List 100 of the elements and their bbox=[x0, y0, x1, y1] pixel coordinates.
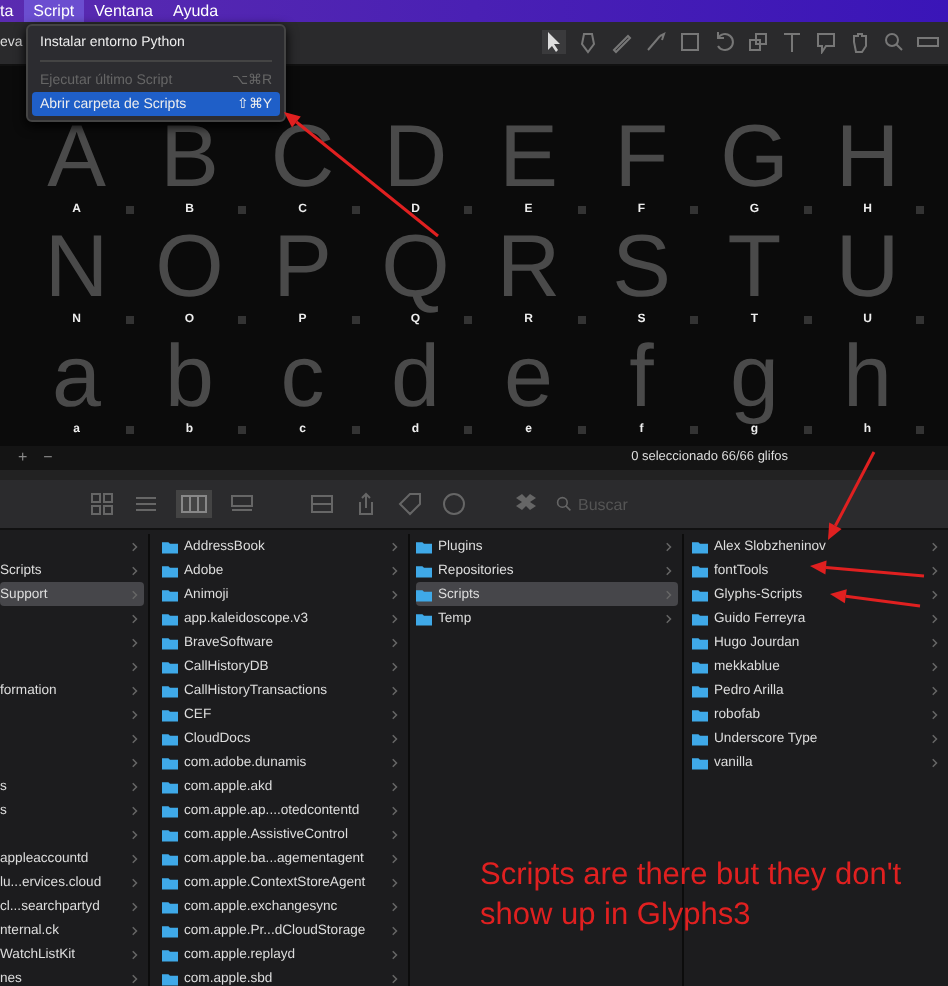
color-marker-icon bbox=[125, 425, 133, 434]
chevron-icon bbox=[666, 541, 672, 551]
chevron-icon bbox=[932, 541, 938, 551]
pen-icon[interactable] bbox=[576, 30, 600, 55]
color-marker-icon bbox=[803, 315, 811, 324]
chevron-icon bbox=[392, 757, 398, 767]
color-marker-icon bbox=[125, 205, 133, 214]
color-marker-icon bbox=[690, 425, 698, 434]
list-view-icon[interactable] bbox=[132, 492, 160, 516]
chevron-icon bbox=[132, 541, 138, 551]
chevron-icon bbox=[392, 949, 398, 959]
chevron-icon bbox=[932, 661, 938, 671]
chevron-icon bbox=[392, 829, 398, 839]
chevron-icon bbox=[132, 901, 138, 911]
chevron-icon bbox=[132, 709, 138, 719]
color-marker-icon bbox=[577, 315, 585, 324]
color-marker-icon bbox=[577, 205, 585, 214]
chevron-icon bbox=[392, 877, 398, 887]
chevron-icon bbox=[132, 805, 138, 815]
chevron-icon bbox=[932, 637, 938, 647]
chevron-icon bbox=[392, 805, 398, 815]
gallery-view-icon[interactable] bbox=[228, 492, 256, 516]
text-tool-icon[interactable] bbox=[780, 30, 804, 55]
tag-icon[interactable] bbox=[396, 492, 424, 516]
chevron-icon bbox=[132, 685, 138, 695]
menu-item[interactable]: Ventana bbox=[84, 0, 163, 22]
color-marker-icon bbox=[690, 315, 698, 324]
icon-view-icon[interactable] bbox=[88, 492, 116, 516]
column-view-icon[interactable] bbox=[176, 490, 212, 518]
color-marker-icon bbox=[238, 315, 246, 324]
color-marker-icon bbox=[916, 425, 924, 434]
color-marker-icon bbox=[125, 315, 133, 324]
annotation-arrow bbox=[828, 451, 876, 540]
chevron-icon bbox=[132, 877, 138, 887]
menu-item[interactable]: Ayuda bbox=[163, 0, 229, 22]
chevron-icon bbox=[132, 925, 138, 935]
chevron-icon bbox=[392, 853, 398, 863]
hand-icon[interactable] bbox=[848, 30, 872, 55]
rotate-icon[interactable] bbox=[712, 30, 736, 55]
chevron-icon bbox=[932, 613, 938, 623]
annotation-arrow bbox=[810, 560, 925, 578]
annotation-text: Scripts are there but they don't show up in Glyphs3 bbox=[480, 856, 904, 936]
chevron-icon bbox=[132, 829, 138, 839]
color-marker-icon bbox=[238, 205, 246, 214]
color-marker-icon bbox=[351, 315, 359, 324]
chevron-icon bbox=[132, 949, 138, 959]
chevron-icon bbox=[392, 973, 398, 983]
pointer-icon[interactable] bbox=[542, 30, 566, 55]
chevron-icon bbox=[132, 733, 138, 743]
color-marker-icon bbox=[238, 425, 246, 434]
chevron-icon bbox=[132, 781, 138, 791]
chevron-icon bbox=[392, 541, 398, 551]
chevron-icon bbox=[392, 925, 398, 935]
chevron-icon bbox=[666, 613, 672, 623]
chevron-icon bbox=[392, 709, 398, 719]
chevron-icon bbox=[932, 589, 938, 599]
more-icon[interactable] bbox=[440, 492, 468, 516]
group-icon[interactable] bbox=[308, 492, 336, 516]
color-marker-icon bbox=[577, 425, 585, 434]
chevron-icon bbox=[132, 613, 138, 623]
comment-icon[interactable] bbox=[814, 30, 838, 55]
color-marker-icon bbox=[351, 425, 359, 434]
chevron-icon bbox=[392, 781, 398, 791]
chevron-icon bbox=[932, 709, 938, 719]
chevron-icon bbox=[666, 565, 672, 575]
chevron-icon bbox=[932, 757, 938, 767]
chevron-icon bbox=[392, 901, 398, 911]
chevron-icon bbox=[932, 733, 938, 743]
zoom-icon[interactable] bbox=[882, 30, 906, 55]
color-marker-icon bbox=[464, 205, 472, 214]
color-marker-icon bbox=[803, 425, 811, 434]
color-marker-icon bbox=[916, 315, 924, 324]
chevron-icon bbox=[392, 613, 398, 623]
annotation-arrow bbox=[830, 589, 921, 608]
menu-item[interactable]: Script bbox=[23, 0, 85, 22]
rectangle-icon[interactable] bbox=[678, 30, 702, 55]
remove-button[interactable]: − bbox=[43, 448, 53, 467]
brush-icon[interactable] bbox=[644, 30, 668, 55]
add-button[interactable]: + bbox=[18, 448, 28, 467]
search-icon bbox=[556, 496, 572, 512]
chevron-icon bbox=[132, 853, 138, 863]
chevron-icon bbox=[132, 637, 138, 647]
chevron-icon bbox=[132, 565, 138, 575]
chevron-icon bbox=[132, 661, 138, 671]
chevron-icon bbox=[392, 637, 398, 647]
color-marker-icon bbox=[803, 205, 811, 214]
scale-icon[interactable] bbox=[746, 30, 770, 55]
color-marker-icon bbox=[464, 315, 472, 324]
menu-item[interactable]: ta bbox=[0, 0, 24, 22]
color-marker-icon bbox=[690, 205, 698, 214]
chevron-icon bbox=[392, 685, 398, 695]
pencil-icon[interactable] bbox=[610, 30, 634, 55]
chevron-icon bbox=[392, 565, 398, 575]
color-marker-icon bbox=[464, 425, 472, 434]
color-marker-icon bbox=[351, 205, 359, 214]
color-marker-icon bbox=[916, 205, 924, 214]
chevron-icon bbox=[392, 733, 398, 743]
chevron-icon bbox=[132, 973, 138, 983]
chevron-icon bbox=[132, 757, 138, 767]
chevron-icon bbox=[392, 661, 398, 671]
